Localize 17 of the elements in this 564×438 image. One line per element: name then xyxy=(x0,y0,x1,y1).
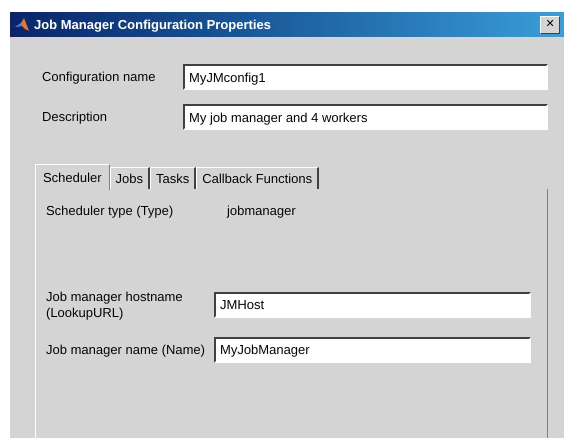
text-field[interactable]: MyJMconfig1 xyxy=(183,64,548,90)
tab[interactable]: Jobs xyxy=(110,167,150,189)
text-field[interactable]: MyJobManager xyxy=(214,336,531,362)
field-label: Job manager hostname (LookupURL) xyxy=(46,288,184,320)
field-label: Configuration name xyxy=(42,68,156,86)
tab[interactable]: Scheduler xyxy=(35,164,110,190)
scheduler-type-label: Scheduler type (Type) xyxy=(46,202,174,220)
field-label: Description xyxy=(42,108,108,126)
scheduler-type-value: jobmanager xyxy=(227,202,296,220)
text-field[interactable]: My job manager and 4 workers xyxy=(183,104,548,130)
tab[interactable]: Callback Functions xyxy=(196,167,320,189)
logo-icon xyxy=(14,16,30,32)
field-label: Job manager name (Name) xyxy=(46,342,206,358)
text-field[interactable]: JMHost xyxy=(214,292,531,318)
tab[interactable]: Tasks xyxy=(150,167,196,189)
close-button[interactable]: ✕ xyxy=(540,16,560,34)
window-title: Job Manager Configuration Properties xyxy=(34,16,271,34)
